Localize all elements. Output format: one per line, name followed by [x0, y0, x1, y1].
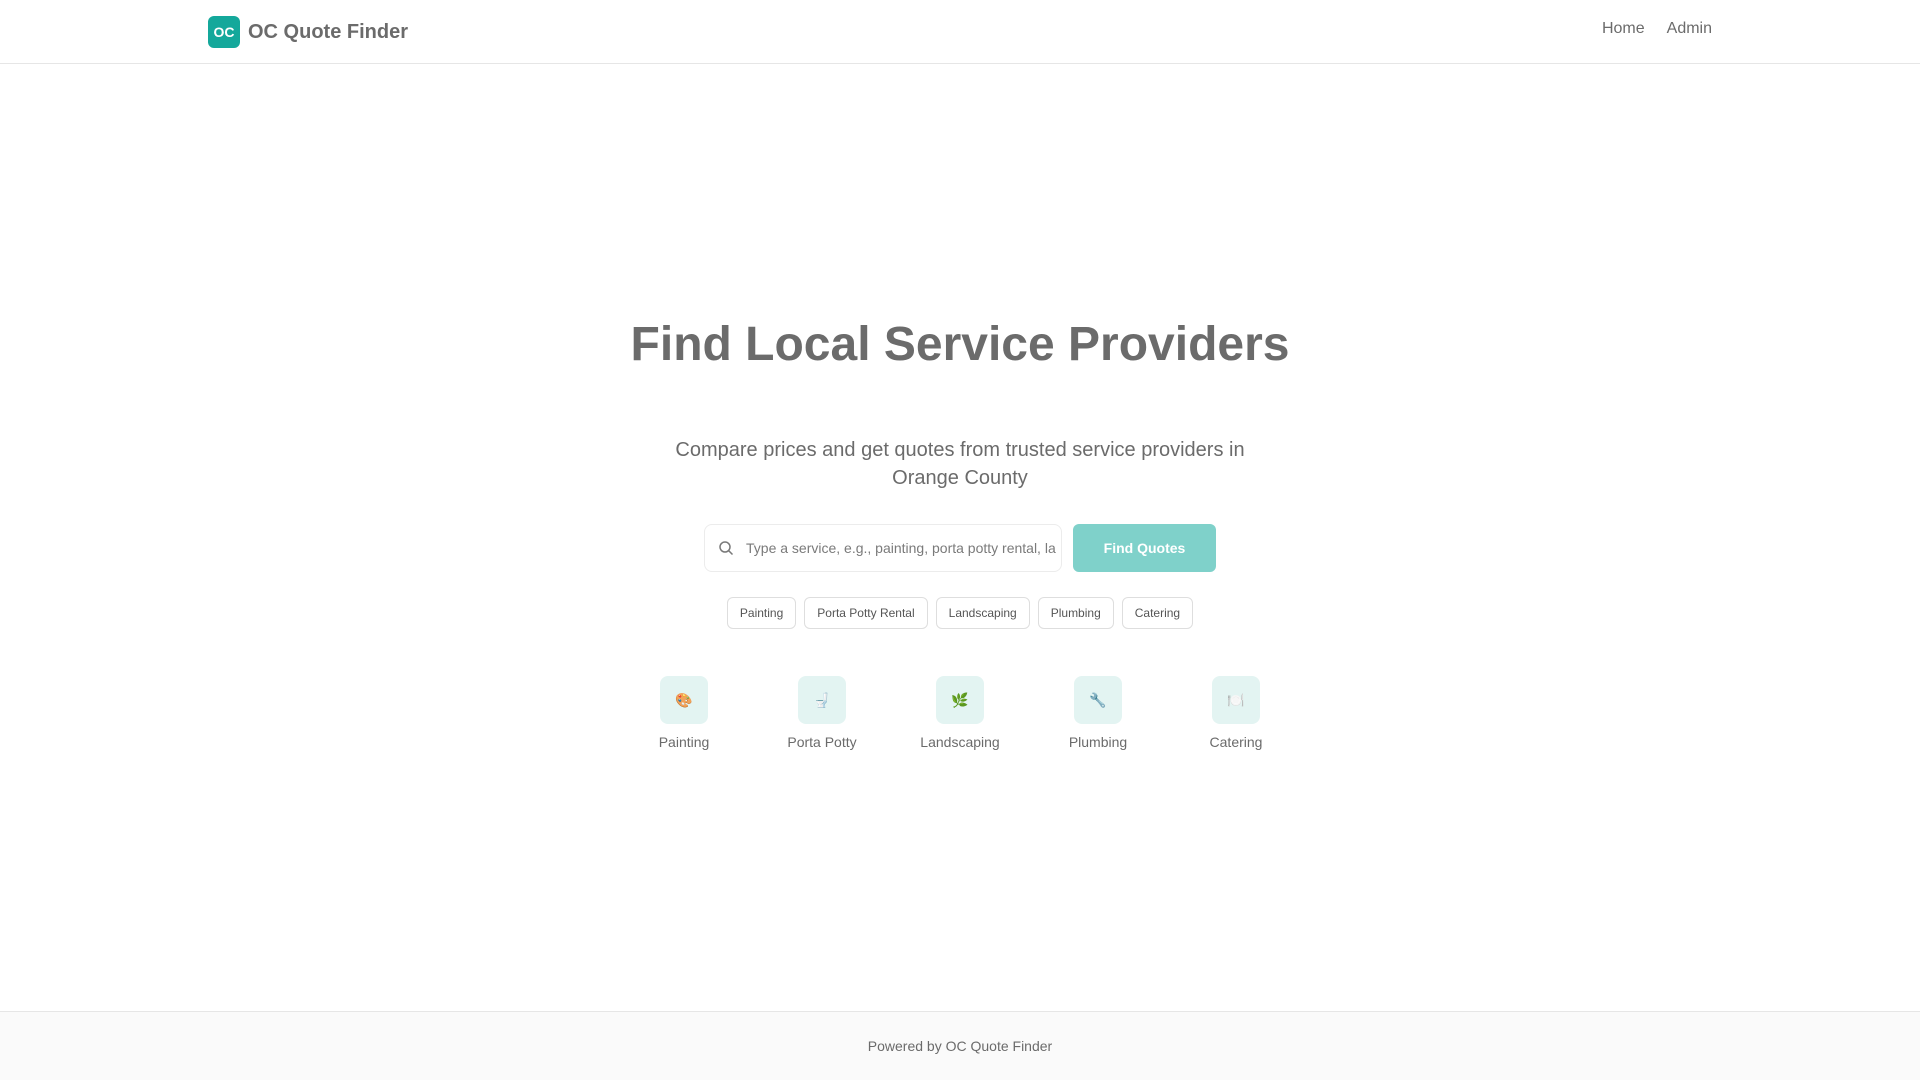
- tag-painting[interactable]: Painting: [726, 597, 797, 629]
- category-painting[interactable]: 🎨 Painting: [629, 676, 739, 750]
- category-plumbing[interactable]: 🔧 Plumbing: [1043, 676, 1153, 750]
- page-subtitle: Compare prices and get quotes from trust…: [675, 439, 1245, 489]
- brand[interactable]: OC OC Quote Finder: [208, 16, 408, 48]
- brand-logo: OC: [208, 16, 240, 48]
- nav-link-admin[interactable]: Admin: [1667, 20, 1712, 38]
- plate-icon: 🍽️: [1212, 676, 1260, 724]
- main-nav: Home Admin: [1602, 20, 1712, 38]
- leaf-icon: 🌿: [936, 676, 984, 724]
- tag-plumbing[interactable]: Plumbing: [1037, 597, 1114, 629]
- find-quotes-button[interactable]: Find Quotes: [1073, 524, 1216, 572]
- palette-icon: 🎨: [660, 676, 708, 724]
- category-label: Plumbing: [1068, 734, 1128, 750]
- category-label: Painting: [658, 734, 710, 750]
- tag-landscaping[interactable]: Landscaping: [935, 597, 1030, 629]
- footer-text: Powered by OC Quote Finder: [867, 1038, 1053, 1054]
- category-label: Porta Potty: [787, 734, 857, 750]
- search-box: [704, 524, 1062, 572]
- tag-catering[interactable]: Catering: [1121, 597, 1194, 629]
- search-icon: [719, 541, 734, 556]
- footer: Powered by OC Quote Finder: [0, 1011, 1920, 1080]
- category-list: 🎨 Painting 🚽 Porta Potty 🌿 Landscaping 🔧…: [0, 676, 1920, 750]
- category-label: Catering: [1209, 734, 1263, 750]
- page-title: Find Local Service Providers: [630, 318, 1290, 371]
- tag-porta-potty-rental[interactable]: Porta Potty Rental: [804, 597, 928, 629]
- search-input[interactable]: [746, 525, 1056, 571]
- brand-name: OC Quote Finder: [248, 20, 408, 43]
- nav-link-home[interactable]: Home: [1602, 20, 1645, 38]
- category-porta-potty[interactable]: 🚽 Porta Potty: [767, 676, 877, 750]
- category-catering[interactable]: 🍽️ Catering: [1181, 676, 1291, 750]
- wrench-icon: 🔧: [1074, 676, 1122, 724]
- top-navbar: OC OC Quote Finder Home Admin: [0, 0, 1920, 64]
- toilet-icon: 🚽: [798, 676, 846, 724]
- quick-tags: Painting Porta Potty Rental Landscaping …: [0, 597, 1920, 629]
- category-label: Landscaping: [920, 734, 1000, 750]
- category-landscaping[interactable]: 🌿 Landscaping: [905, 676, 1015, 750]
